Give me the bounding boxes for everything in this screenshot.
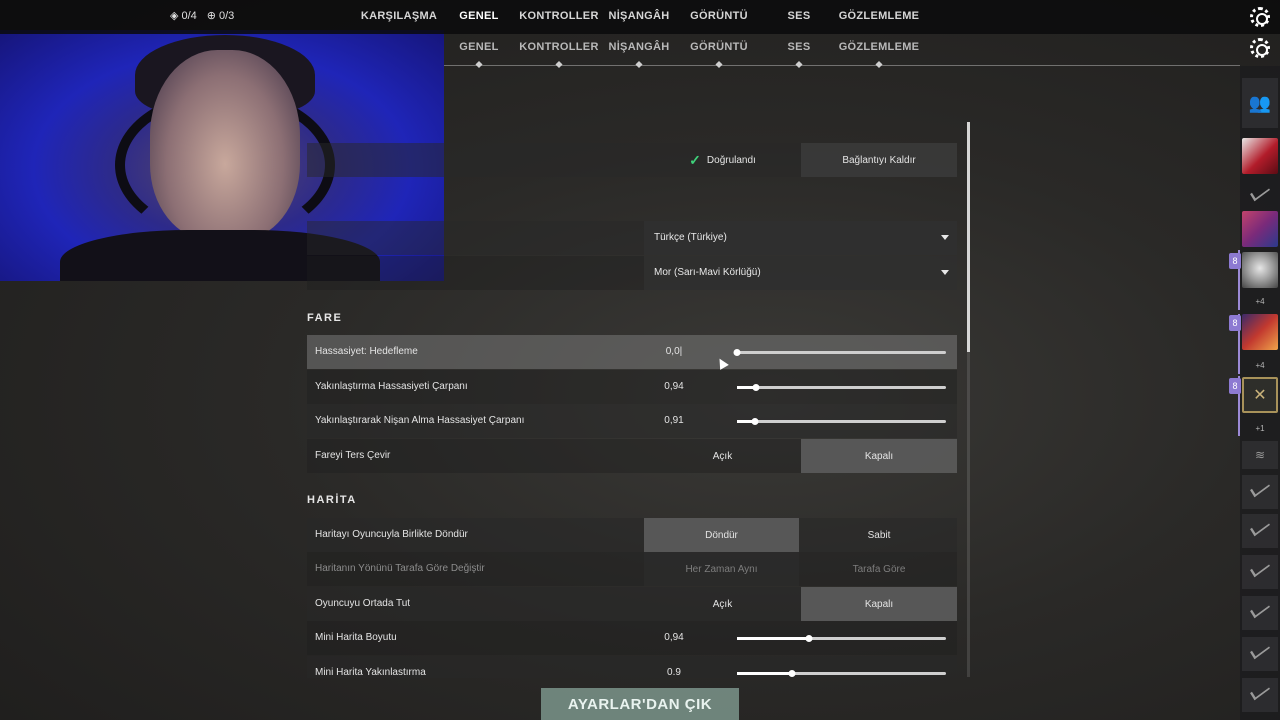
rotate-button[interactable]: Döndür <box>644 518 799 552</box>
friend-avatar[interactable] <box>1242 314 1278 350</box>
section-title-harita: HARİTA <box>307 494 357 506</box>
settings-gear-icon[interactable] <box>1250 7 1270 27</box>
zoom-multiplier-slider[interactable] <box>737 384 946 391</box>
party-count: +4 <box>1255 361 1265 370</box>
subtab-nisangah[interactable]: NİŞANGÂH <box>608 41 669 53</box>
tab-nisangah[interactable]: NİŞANGÂH <box>608 10 669 22</box>
friend-avatar[interactable] <box>1242 211 1278 247</box>
subtab-goruntu[interactable]: GÖRÜNTÜ <box>690 41 748 53</box>
minimap-zoom-slider[interactable] <box>737 670 946 677</box>
disconnect-button[interactable]: Bağlantıyı Kaldır <box>801 143 957 177</box>
by-side-button[interactable]: Tarafa Göre <box>801 552 957 586</box>
section-title-fare: FARE <box>307 312 343 324</box>
sensitivity-slider[interactable] <box>733 349 946 356</box>
invert-mouse-row: Fareyi Ters Çevir Açık Kapalı <box>307 439 957 473</box>
center-player-row: Oyuncuyu Ortada Tut Açık Kapalı <box>307 587 957 621</box>
language-row: Türkçe (Türkiye) <box>307 221 957 255</box>
invert-off-button[interactable]: Kapalı <box>801 439 957 473</box>
ads-multiplier-slider[interactable] <box>737 418 946 425</box>
minimap-zoom-row: Mini Harita Yakınlastırma 0.9 <box>307 656 957 678</box>
subtab-gozlemleme[interactable]: GÖZLEMLEME <box>839 41 920 53</box>
party-count: +4 <box>1255 297 1265 306</box>
scrollbar-thumb[interactable] <box>967 122 970 352</box>
subtab-kontroller[interactable]: KONTROLLER <box>519 41 598 53</box>
verified-status: ✓ Doğrulandı <box>689 151 756 168</box>
tab-genel[interactable]: GENEL <box>459 10 498 22</box>
center-off-button[interactable]: Kapalı <box>801 587 957 621</box>
party-badge: 8 <box>1229 253 1241 269</box>
minimap-size-slider[interactable] <box>737 635 946 642</box>
party-badge: 8 <box>1229 315 1241 331</box>
nav-divider <box>444 65 1240 66</box>
subtab-genel[interactable]: GENEL <box>459 41 498 53</box>
main-nav: KARŞILAŞMA GENEL KONTROLLER NİŞANGÂH GÖR… <box>0 10 1240 40</box>
minimap-size-row: Mini Harita Boyutu 0,94 <box>307 621 957 655</box>
exit-settings-button[interactable]: AYARLAR'DAN ÇIK <box>541 688 739 720</box>
tab-karsilasma[interactable]: KARŞILAŞMA <box>361 10 437 22</box>
chevron-down-icon <box>941 235 949 240</box>
subtab-ses[interactable]: SES <box>788 41 811 53</box>
sub-nav: GENEL KONTROLLER NİŞANGÂH GÖRÜNTÜ SES GÖ… <box>0 41 1240 71</box>
tab-ses[interactable]: SES <box>788 10 811 22</box>
tab-goruntu[interactable]: GÖRÜNTÜ <box>690 10 748 22</box>
friends-icon[interactable]: 👥 <box>1242 78 1278 128</box>
language-dropdown[interactable]: Türkçe (Türkiye) <box>644 221 957 255</box>
party-count: +1 <box>1255 424 1265 433</box>
face-shape <box>150 50 300 240</box>
ads-multiplier-input[interactable]: 0,91 <box>644 415 704 426</box>
colorblind-row: Mor (Sarı-Mavi Körlüğü) <box>307 256 957 290</box>
chevron-down-icon <box>941 270 949 275</box>
friend-avatar[interactable] <box>1242 138 1278 174</box>
settings-gear-icon-secondary[interactable] <box>1250 38 1270 58</box>
zoom-multiplier-input[interactable]: 0,94 <box>644 381 704 392</box>
checkmark-icon: ✓ <box>689 151 701 168</box>
always-same-button[interactable]: Her Zaman Aynı <box>644 552 799 586</box>
minimap-size-input[interactable]: 0,94 <box>644 632 704 643</box>
friend-avatar-emblem[interactable]: ✕ <box>1242 377 1278 413</box>
minimap-zoom-input[interactable]: 0.9 <box>644 667 704 678</box>
account-row: ✓ Doğrulandı Bağlantıyı Kaldır <box>307 143 957 177</box>
center-on-button[interactable]: Açık <box>644 587 801 621</box>
friend-avatar[interactable] <box>1242 252 1278 288</box>
zoom-multiplier-row: Yakınlaştırma Hassasiyeti Çarpanı 0,94 <box>307 370 957 404</box>
map-orientation-row: Haritanın Yönünü Tarafa Göre Değiştir He… <box>307 552 957 586</box>
party-badge: 8 <box>1229 378 1241 394</box>
ads-multiplier-row: Yakınlaştırarak Nişan Alma Hassasiyet Ça… <box>307 404 957 438</box>
sensitivity-row: Hassasiyet: Hedefleme 0,0| <box>307 335 957 369</box>
fixed-button[interactable]: Sabit <box>801 518 957 552</box>
tab-gozlemleme[interactable]: GÖZLEMLEME <box>839 10 920 22</box>
tab-kontroller[interactable]: KONTROLLER <box>519 10 598 22</box>
rotate-map-row: Haritayı Oyuncuyla Birlikte Döndür Döndü… <box>307 518 957 552</box>
sensitivity-input[interactable]: 0,0| <box>644 346 704 357</box>
invert-on-button[interactable]: Açık <box>644 439 801 473</box>
offline-divider-icon[interactable]: ≋ <box>1242 441 1278 469</box>
colorblind-dropdown[interactable]: Mor (Sarı-Mavi Körlüğü) <box>644 256 957 290</box>
